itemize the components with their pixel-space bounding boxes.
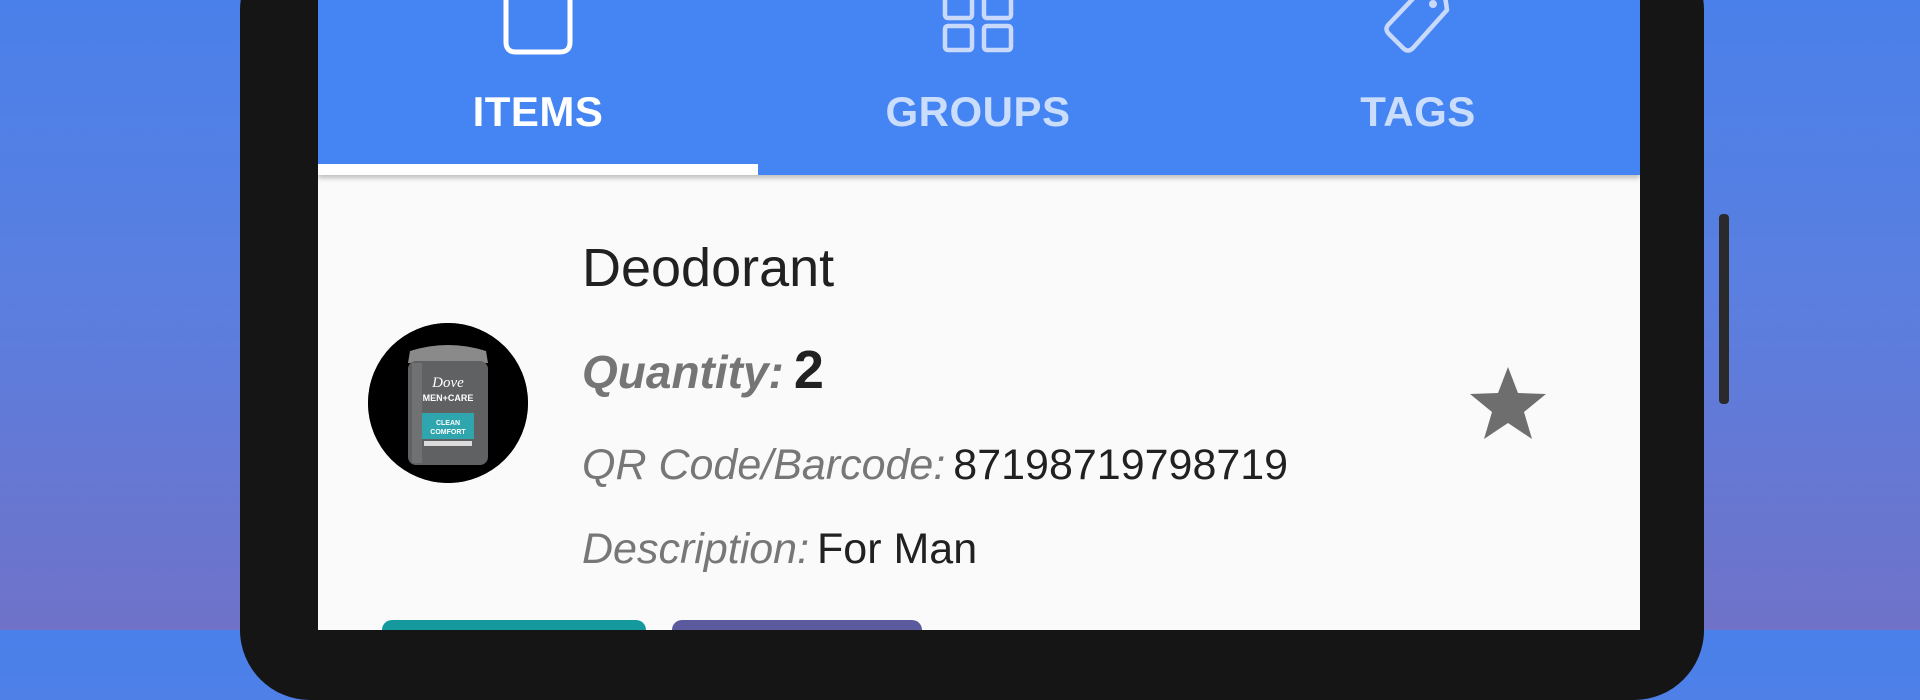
svg-text:MEN+CARE: MEN+CARE <box>423 393 474 403</box>
item-list-row[interactable]: Dove MEN+CARE CLEAN COMFORT Deodorant Qu… <box>318 175 1640 630</box>
svg-text:Dove: Dove <box>431 375 464 391</box>
item-icon <box>501 0 575 61</box>
app-screen: ITEMS GROUPS TAGS Dove MEN+CARE CLEAN CO… <box>318 0 1640 630</box>
quantity-label: Quantity: <box>582 346 784 398</box>
star-icon[interactable] <box>1468 365 1548 446</box>
svg-text:COMFORT: COMFORT <box>430 429 466 436</box>
tag-chip[interactable] <box>672 620 922 630</box>
tab-groups[interactable]: GROUPS <box>758 0 1198 175</box>
tab-bar: ITEMS GROUPS TAGS <box>318 0 1640 175</box>
tab-groups-label: GROUPS <box>885 88 1071 135</box>
tab-items[interactable]: ITEMS <box>318 0 758 175</box>
barcode-row: QR Code/Barcode: 87198719798719 <box>582 441 1288 490</box>
phone-side-button <box>1719 214 1729 404</box>
description-label: Description: <box>582 525 810 573</box>
tag-icon <box>1373 0 1463 61</box>
description-value: For Man <box>817 525 978 573</box>
active-tab-indicator <box>318 164 758 175</box>
tab-items-label: ITEMS <box>472 88 604 135</box>
item-name: Deodorant <box>582 238 835 298</box>
quantity-row: Quantity: 2 <box>582 339 824 401</box>
svg-text:CLEAN: CLEAN <box>436 420 460 427</box>
quantity-value: 2 <box>793 340 824 400</box>
tag-chip[interactable] <box>382 620 646 630</box>
description-row: Description: For Man <box>582 525 977 574</box>
barcode-value: 87198719798719 <box>953 441 1289 489</box>
barcode-label: QR Code/Barcode: <box>582 441 946 489</box>
deodorant-product-image: Dove MEN+CARE CLEAN COMFORT <box>368 323 528 483</box>
item-thumbnail: Dove MEN+CARE CLEAN COMFORT <box>368 323 528 483</box>
tab-tags-label: TAGS <box>1360 88 1476 135</box>
tab-tags[interactable]: TAGS <box>1198 0 1638 175</box>
grid-icon <box>941 0 1015 61</box>
